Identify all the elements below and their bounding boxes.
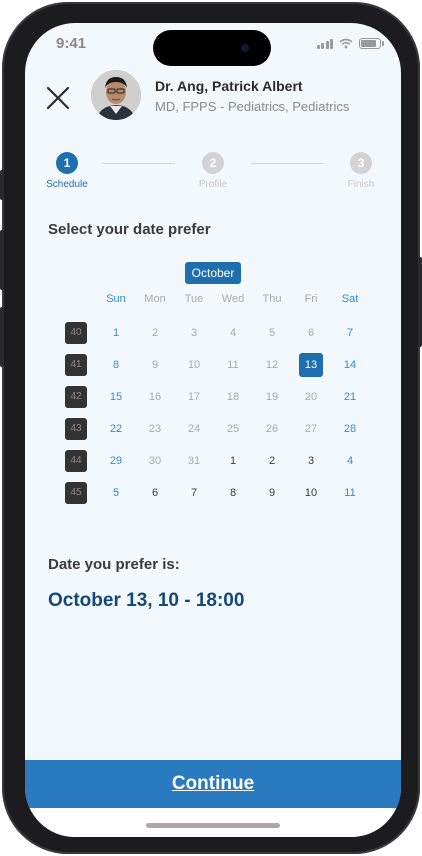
step-3-circle: 3 <box>350 152 372 174</box>
calendar-day[interactable]: 5 <box>104 481 128 505</box>
calendar-day[interactable]: 18 <box>221 385 245 409</box>
calendar-title: Select your date prefer <box>48 221 211 238</box>
calendar-day[interactable]: 11 <box>338 481 362 505</box>
calendar-day[interactable]: 4 <box>221 321 245 345</box>
weekday-tue: Tue <box>184 293 204 305</box>
calendar-day[interactable]: 23 <box>143 417 167 441</box>
power-button <box>418 257 422 347</box>
calendar-day[interactable]: 9 <box>260 481 284 505</box>
calendar-day[interactable]: 8 <box>104 353 128 377</box>
calendar-day[interactable]: 14 <box>338 353 362 377</box>
doctor-specialty: MD, FPPS - Pediatrics, Pediatrics <box>155 99 350 114</box>
calendar-day[interactable]: 4 <box>338 449 362 473</box>
step-3-label: Finish <box>347 179 375 190</box>
calendar-day[interactable]: 10 <box>182 353 206 377</box>
volume-down-button <box>0 307 4 367</box>
week-number: 45 <box>65 482 87 504</box>
close-button[interactable] <box>43 83 73 113</box>
week-number: 44 <box>65 450 87 472</box>
step-1-label: Schedule <box>46 179 88 190</box>
calendar-day[interactable]: 8 <box>221 481 245 505</box>
status-icons <box>316 38 384 49</box>
doctor-avatar <box>91 70 141 120</box>
home-indicator <box>146 823 280 828</box>
calendar-day[interactable]: 3 <box>299 449 323 473</box>
calendar-day[interactable]: 2 <box>260 449 284 473</box>
calendar-day-selected[interactable]: 13 <box>299 353 323 377</box>
step-1-circle: 1 <box>56 152 78 174</box>
calendar-day[interactable]: 17 <box>182 385 206 409</box>
silent-switch <box>0 170 4 200</box>
calendar-day[interactable]: 22 <box>104 417 128 441</box>
month-selector[interactable]: October <box>185 262 241 284</box>
preference-label: Date you prefer is: <box>48 556 180 573</box>
week-number: 41 <box>65 354 87 376</box>
app-screen: 9:41 Dr. Ang, Patrick Albert MD, FPPS - … <box>25 23 401 837</box>
signal-icon <box>316 38 333 49</box>
battery-icon <box>359 38 384 49</box>
continue-label: Continue <box>171 773 255 794</box>
calendar-day[interactable]: 6 <box>143 481 167 505</box>
weekday-mon: Mon <box>144 293 166 305</box>
wifi-icon <box>339 38 353 49</box>
step-connector-2 <box>251 163 323 164</box>
weekday-fri: Fri <box>304 293 318 305</box>
calendar-day[interactable]: 15 <box>104 385 128 409</box>
calendar-day[interactable]: 25 <box>221 417 245 441</box>
week-number: 40 <box>65 322 87 344</box>
calendar-day[interactable]: 3 <box>182 321 206 345</box>
weekday-sun: Sun <box>106 293 126 305</box>
camera-icon <box>241 44 249 52</box>
volume-up-button <box>0 230 4 290</box>
week-number: 42 <box>65 386 87 408</box>
calendar-day[interactable]: 30 <box>143 449 167 473</box>
calendar-day[interactable]: 5 <box>260 321 284 345</box>
doctor-name: Dr. Ang, Patrick Albert <box>155 78 303 94</box>
calendar-day[interactable]: 21 <box>338 385 362 409</box>
preferred-date: October 13, 10 - 18:00 <box>48 590 245 611</box>
weekday-thu: Thu <box>262 293 282 305</box>
calendar-day[interactable]: 29 <box>104 449 128 473</box>
calendar-day[interactable]: 27 <box>299 417 323 441</box>
weekday-wed: Wed <box>221 293 245 305</box>
calendar-day[interactable]: 11 <box>221 353 245 377</box>
calendar-day[interactable]: 28 <box>338 417 362 441</box>
step-connector-1 <box>103 163 175 164</box>
calendar-day[interactable]: 19 <box>260 385 284 409</box>
calendar-day[interactable]: 31 <box>182 449 206 473</box>
calendar-day[interactable]: 16 <box>143 385 167 409</box>
calendar-day[interactable]: 1 <box>104 321 128 345</box>
phone-frame: 9:41 Dr. Ang, Patrick Albert MD, FPPS - … <box>0 2 422 854</box>
calendar-day[interactable]: 26 <box>260 417 284 441</box>
calendar-day[interactable]: 6 <box>299 321 323 345</box>
dynamic-island <box>153 30 271 66</box>
weekday-sat: Sat <box>341 293 359 305</box>
calendar-day[interactable]: 10 <box>299 481 323 505</box>
continue-button[interactable]: Continue <box>25 760 401 808</box>
calendar-day[interactable]: 7 <box>182 481 206 505</box>
step-2-label: Profile <box>198 179 228 190</box>
week-number: 43 <box>65 418 87 440</box>
calendar-day[interactable]: 1 <box>221 449 245 473</box>
close-icon <box>46 86 70 110</box>
calendar-day[interactable]: 24 <box>182 417 206 441</box>
calendar-day[interactable]: 9 <box>143 353 167 377</box>
calendar-day[interactable]: 2 <box>143 321 167 345</box>
calendar-day[interactable]: 20 <box>299 385 323 409</box>
calendar-day[interactable]: 7 <box>338 321 362 345</box>
status-time: 9:41 <box>56 35 87 52</box>
calendar-day[interactable]: 12 <box>260 353 284 377</box>
step-2-circle: 2 <box>202 152 224 174</box>
